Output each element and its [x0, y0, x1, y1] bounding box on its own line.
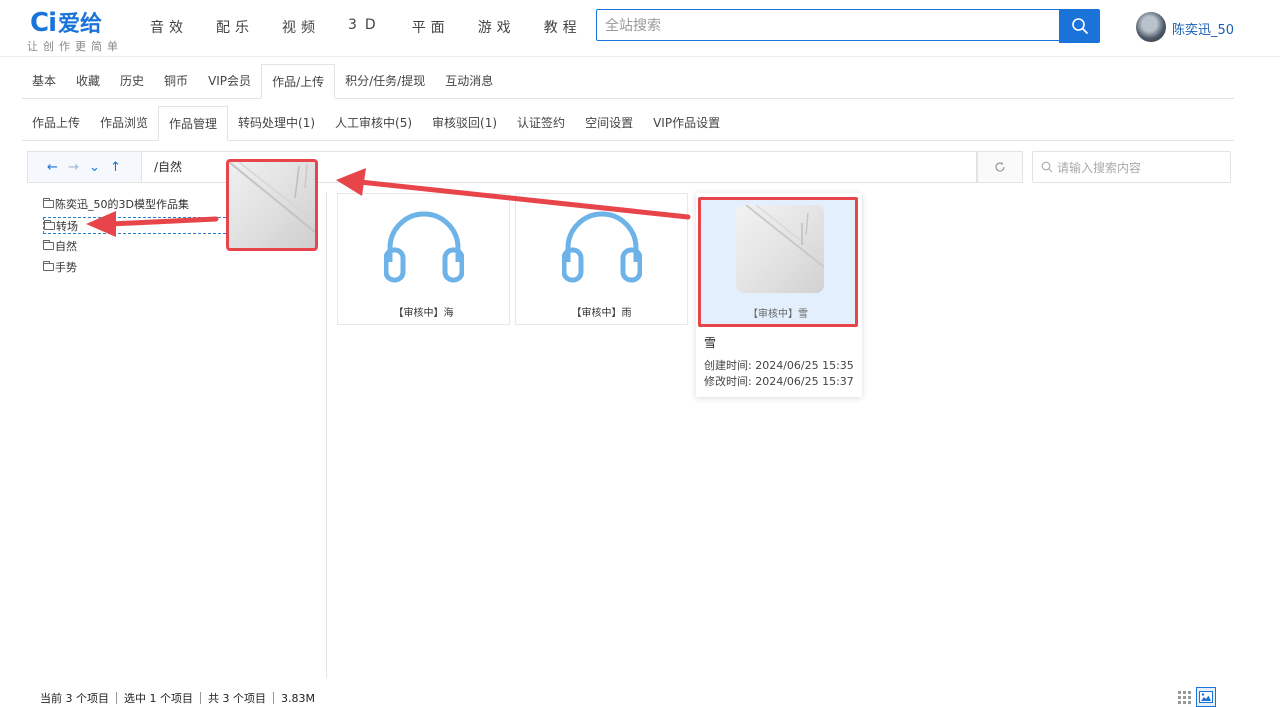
file-card[interactable]: 【审核中】海	[337, 193, 510, 325]
account-tabs: 基本 收藏 历史 铜币 VIP会员 作品/上传 积分/任务/提现 互动消息	[22, 64, 1234, 99]
global-search-input[interactable]	[597, 10, 1047, 42]
file-card[interactable]: 【审核中】雨	[515, 193, 688, 325]
up-arrow-icon[interactable]: ↑	[109, 160, 122, 175]
tab-vip[interactable]: VIP会员	[198, 64, 261, 98]
tab-favorites[interactable]: 收藏	[66, 64, 110, 98]
status-selected-count: 选中 1 个项目	[124, 692, 193, 705]
tree-item-root[interactable]: 陈奕迅_50的3D模型作品集	[43, 196, 189, 212]
search-button[interactable]	[1059, 9, 1100, 43]
folder-nav-buttons: ← → ⌄ ↑	[27, 151, 141, 183]
tab-basic[interactable]: 基本	[22, 64, 66, 98]
file-caption: 【审核中】雪	[748, 309, 808, 320]
file-search-box	[1032, 151, 1231, 184]
tab-coins[interactable]: 铜币	[154, 64, 198, 98]
tab-upload-work[interactable]: 作品上传	[22, 106, 90, 140]
tree-item-label: 自然	[55, 240, 77, 253]
tab-manual-review[interactable]: 人工审核中(5)	[325, 106, 422, 140]
search-icon	[1041, 161, 1053, 173]
username[interactable]: 陈奕迅_50	[1172, 19, 1234, 38]
file-caption: 【审核中】海	[393, 308, 454, 319]
image-thumbnail	[736, 205, 824, 293]
list-view-icon[interactable]	[1178, 691, 1191, 704]
nav-graphic[interactable]: 平面	[412, 17, 450, 37]
nav-sound-effects[interactable]: 音效	[150, 17, 188, 37]
folder-icon	[43, 261, 54, 271]
tab-space-settings[interactable]: 空间设置	[575, 106, 643, 140]
site-logo[interactable]: Ci爱给 让创作更简单	[27, 6, 118, 53]
status-bar: 当前 3 个项目 选中 1 个项目 共 3 个项目 3.83M	[40, 690, 315, 706]
tab-transcoding[interactable]: 转码处理中(1)	[228, 106, 325, 140]
tab-manage-works[interactable]: 作品管理	[158, 106, 229, 141]
status-current-count: 当前 3 个项目	[40, 692, 109, 705]
tooltip-file-name: 雪	[704, 336, 717, 350]
nav-games[interactable]: 游戏	[478, 17, 516, 37]
thumbnail-view-button[interactable]	[1196, 687, 1216, 707]
tab-rejected[interactable]: 审核驳回(1)	[422, 106, 507, 140]
tab-messages[interactable]: 互动消息	[435, 64, 503, 98]
file-caption: 【审核中】雨	[571, 308, 632, 319]
file-search-input[interactable]	[1055, 152, 1229, 184]
tooltip-modified-time: 修改时间: 2024/06/25 15:37	[704, 375, 854, 388]
folder-icon	[44, 219, 55, 230]
drag-preview	[226, 159, 318, 251]
file-card-selected[interactable]: 【审核中】雪	[698, 197, 858, 327]
refresh-icon	[995, 162, 1005, 172]
nav-tutorials[interactable]: 教程	[544, 17, 582, 37]
nav-video[interactable]: 视频	[282, 17, 320, 37]
folder-icon	[43, 198, 54, 208]
tree-item-nature[interactable]: 自然	[43, 238, 77, 254]
tab-browse-works[interactable]: 作品浏览	[90, 106, 158, 140]
tree-item-label: 转场	[56, 219, 78, 233]
refresh-button[interactable]	[977, 151, 1023, 183]
works-tabs: 作品上传 作品浏览 作品管理 转码处理中(1) 人工审核中(5) 审核驳回(1)…	[22, 106, 1234, 141]
global-search-box	[596, 9, 1060, 42]
tree-item-label: 手势	[55, 261, 77, 274]
user-avatar[interactable]	[1136, 12, 1166, 42]
nav-music[interactable]: 配乐	[216, 17, 254, 37]
chevron-down-icon[interactable]: ⌄	[88, 160, 101, 175]
tab-works-upload[interactable]: 作品/上传	[261, 64, 336, 99]
nav-3d[interactable]: 3D	[348, 17, 384, 37]
logo-mark: Ci	[30, 8, 57, 38]
search-icon	[1071, 18, 1088, 34]
logo-slogan: 让创作更简单	[27, 40, 123, 53]
tooltip-created-time: 创建时间: 2024/06/25 15:35	[704, 359, 854, 372]
tab-points-tasks[interactable]: 积分/任务/提现	[335, 64, 435, 98]
tree-item-label: 陈奕迅_50的3D模型作品集	[55, 198, 189, 211]
status-total-count: 共 3 个项目	[208, 692, 266, 705]
tab-history[interactable]: 历史	[110, 64, 154, 98]
logo-text: 爱给	[58, 12, 103, 37]
back-arrow-icon[interactable]: ←	[46, 160, 59, 175]
headphone-icon	[384, 211, 464, 283]
tree-item-gestures[interactable]: 手势	[43, 259, 77, 275]
forward-arrow-icon[interactable]: →	[67, 160, 80, 175]
top-header: Ci爱给 让创作更简单 音效 配乐 视频 3D 平面 游戏 教程 陈奕迅_50	[0, 0, 1280, 57]
tab-vip-settings[interactable]: VIP作品设置	[643, 106, 730, 140]
folder-icon	[43, 240, 54, 250]
headphone-icon	[562, 211, 642, 283]
status-total-size: 3.83M	[281, 691, 315, 705]
panel-splitter[interactable]	[326, 192, 327, 678]
tab-certification[interactable]: 认证签约	[507, 106, 575, 140]
main-nav: 音效 配乐 视频 3D 平面 游戏 教程	[150, 17, 610, 37]
image-icon	[1199, 691, 1213, 703]
